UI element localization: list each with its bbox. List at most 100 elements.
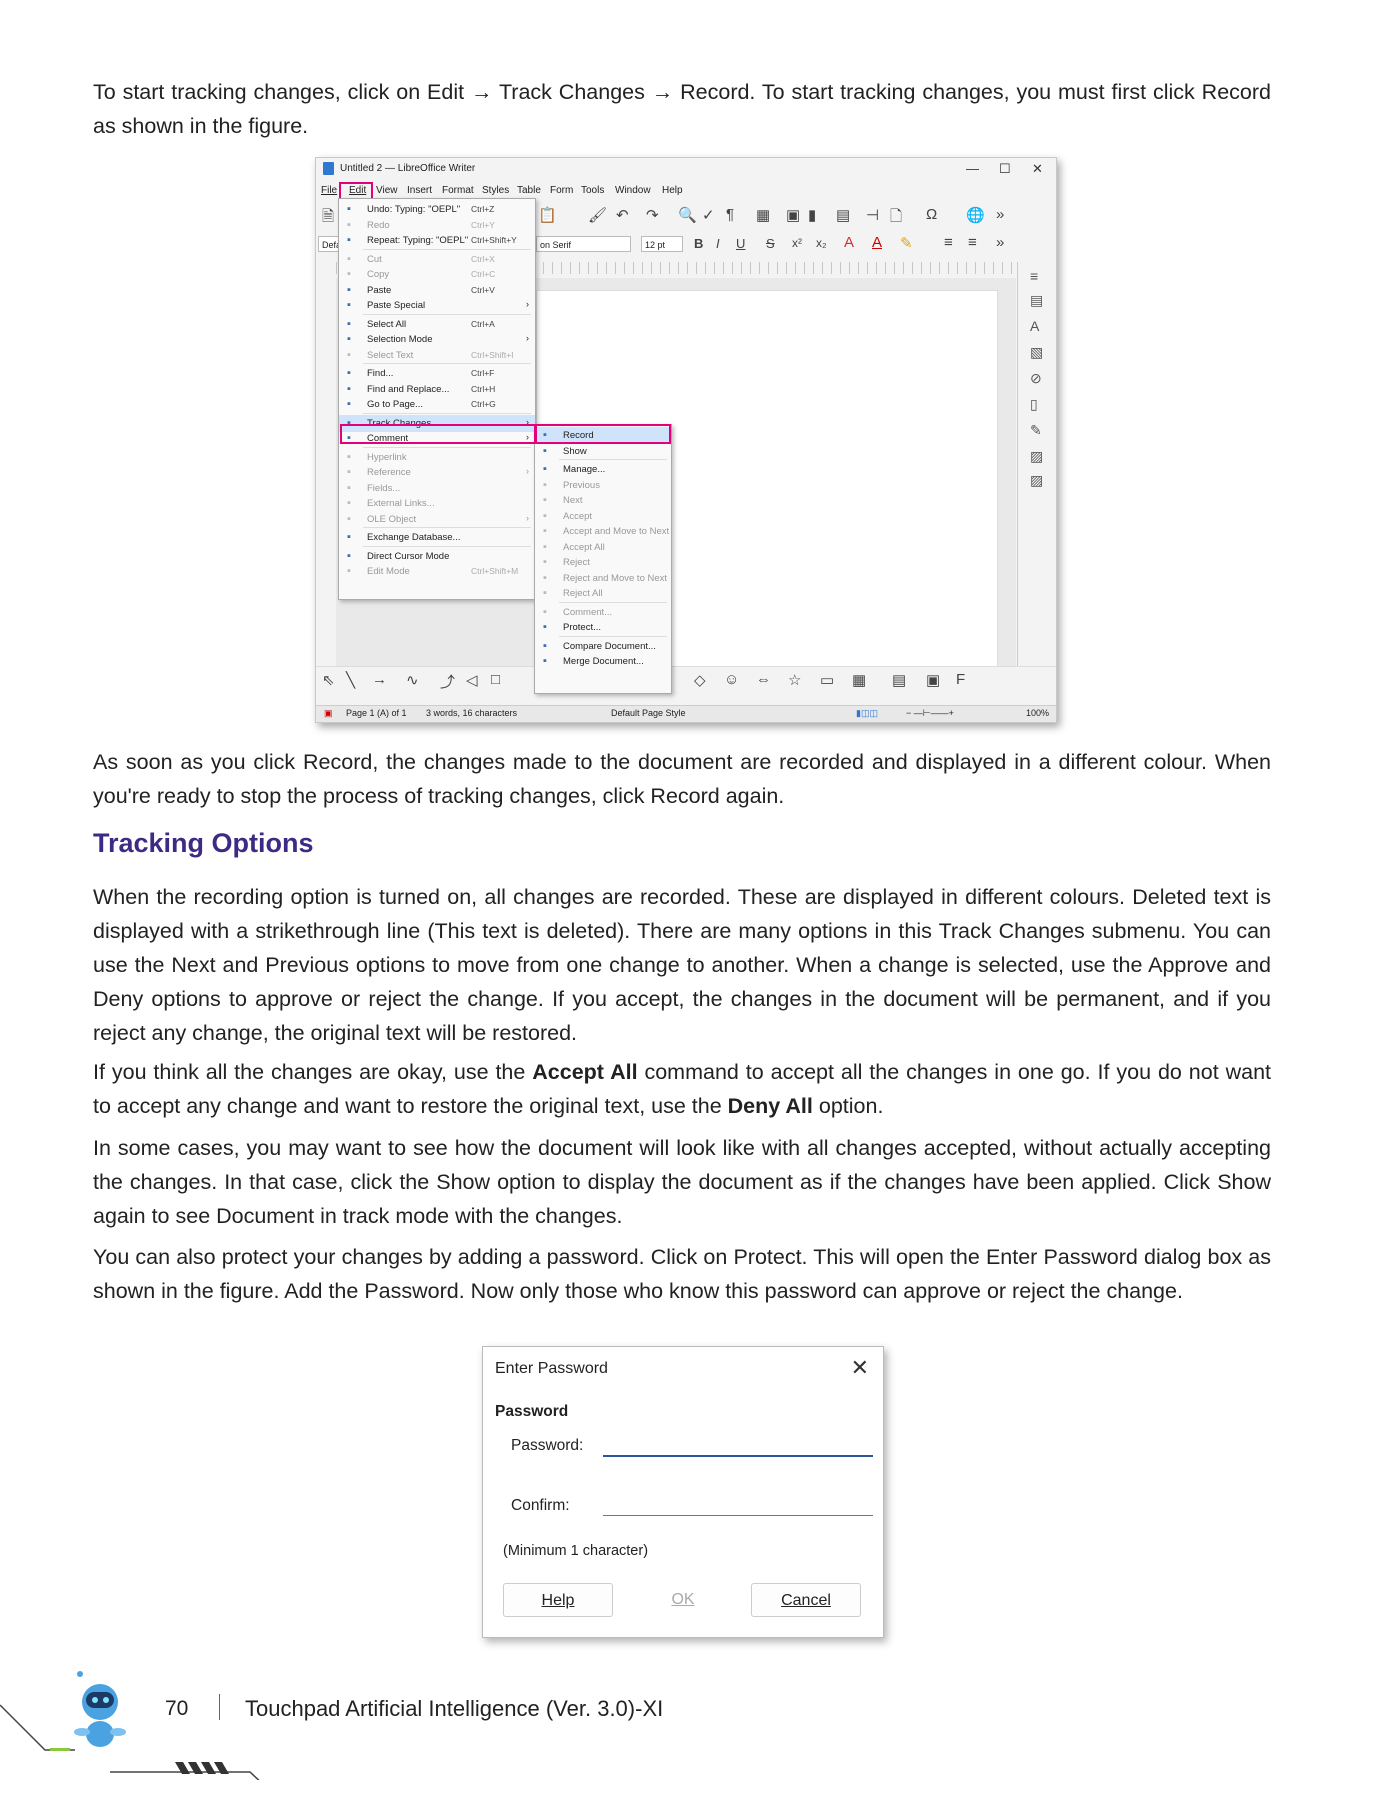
edit-menu-item[interactable]: ▪ Paste Ctrl+V <box>339 282 535 299</box>
image-icon[interactable]: ▣ <box>786 206 800 224</box>
edit-menu-item[interactable]: ▪ Edit Mode Ctrl+Shift+M <box>339 563 535 580</box>
minimize-icon[interactable]: — <box>966 161 979 176</box>
styles-icon[interactable]: A <box>1030 318 1039 334</box>
confirm-input[interactable] <box>603 1493 873 1516</box>
edit-menu-item[interactable]: ▪ External Links... <box>339 495 535 512</box>
edit-menu-item[interactable]: ▪ Cut Ctrl+X <box>339 251 535 268</box>
more-icon[interactable]: » <box>996 206 1004 223</box>
zoom-slider[interactable]: − —⊢——+ <box>906 708 954 719</box>
gallery-icon[interactable]: ▧ <box>1030 344 1043 361</box>
edit-menu-item[interactable]: ▪ Hyperlink <box>339 449 535 466</box>
track-changes-menu-item[interactable]: ▪ Next <box>535 492 671 509</box>
chart-icon[interactable]: ▮ <box>808 206 816 224</box>
double-arrow-icon[interactable]: ⇔ <box>756 671 771 688</box>
callout-icon[interactable]: ▭ <box>820 671 834 689</box>
diamond-icon[interactable]: ◇ <box>694 671 706 689</box>
design-icon[interactable]: ▨ <box>1030 472 1043 489</box>
underline-icon[interactable]: U <box>736 236 745 251</box>
paste-icon[interactable]: 📋 <box>538 206 557 224</box>
align-left-icon[interactable]: ≡ <box>944 234 953 251</box>
page-break-icon[interactable]: ⊣ <box>866 206 879 224</box>
format-paint-icon[interactable]: 🖌 <box>588 206 607 224</box>
connector-icon[interactable]: ⤴ <box>440 671 455 692</box>
subscript-icon[interactable]: x₂ <box>816 236 827 250</box>
fontwork-f-icon[interactable]: F <box>956 671 965 688</box>
edit-menu-item[interactable]: ▪ Reference › <box>339 464 535 481</box>
track-changes-menu-item[interactable]: ▪ Accept and Move to Next <box>535 523 671 540</box>
redo-icon[interactable]: ↷ <box>646 206 659 224</box>
style-inspector-icon[interactable]: ✎ <box>1030 422 1042 439</box>
properties-icon[interactable]: ▤ <box>1030 292 1043 309</box>
edit-menu-item[interactable]: ▪ Direct Cursor Mode <box>339 548 535 565</box>
menu-view[interactable]: View <box>376 185 398 196</box>
more-format-icon[interactable]: » <box>996 234 1004 251</box>
font-color-icon[interactable]: A <box>872 234 882 251</box>
new-doc-icon[interactable]: 🗎 <box>322 206 334 231</box>
italic-icon[interactable]: I <box>716 236 720 251</box>
edit-menu-item[interactable]: ▪ OLE Object › <box>339 511 535 528</box>
track-changes-menu-item[interactable]: ▪ Manage... <box>535 461 671 478</box>
edit-menu-item[interactable]: ▪ Copy Ctrl+C <box>339 266 535 283</box>
arrow-line-icon[interactable]: → <box>372 671 387 688</box>
fontwork-icon[interactable]: ▤ <box>892 671 906 689</box>
track-changes-menu-item[interactable]: ▪ Previous <box>535 477 671 494</box>
track-changes-menu-item[interactable]: ▪ Reject All <box>535 585 671 602</box>
cancel-button[interactable]: Cancel <box>751 1583 861 1617</box>
edit-menu-item[interactable]: ▪ Fields... <box>339 480 535 497</box>
edit-menu-item[interactable]: ▪ Select All Ctrl+A <box>339 316 535 333</box>
track-changes-menu-item[interactable]: ▪ Merge Document... <box>535 653 671 670</box>
edit-menu-item[interactable]: ▪ Paste Special › <box>339 297 535 314</box>
menu-styles[interactable]: Styles <box>482 185 509 196</box>
rectangle-icon[interactable]: □ <box>491 671 500 688</box>
view-layout-icon[interactable]: ▮◫◫ <box>856 708 878 719</box>
highlight-icon[interactable]: ✎ <box>900 234 913 252</box>
edit-menu-item[interactable]: ▪ Select Text Ctrl+Shift+I <box>339 347 535 364</box>
spelling-icon[interactable]: ✓ <box>702 206 715 224</box>
edit-menu-item[interactable]: ▪ Find and Replace... Ctrl+H <box>339 381 535 398</box>
select-icon[interactable]: ⇖ <box>322 671 335 689</box>
edit-menu-item[interactable]: ▪ Find... Ctrl+F <box>339 365 535 382</box>
frame-icon[interactable]: ▣ <box>926 671 940 689</box>
password-input[interactable] <box>603 1433 873 1457</box>
close-icon[interactable]: ✕ <box>1032 161 1043 177</box>
menu-file[interactable]: File <box>321 185 337 196</box>
pilcrow-icon[interactable]: ¶ <box>726 206 734 223</box>
edit-menu-item[interactable]: ▪ Exchange Database... <box>339 529 535 546</box>
menu-help[interactable]: Help <box>662 185 683 196</box>
help-button[interactable]: Help <box>503 1583 613 1617</box>
menu-form[interactable]: Form <box>550 185 573 196</box>
strikethrough-icon[interactable]: S <box>766 236 775 251</box>
find-replace-icon[interactable]: 🔍 <box>678 206 697 224</box>
hyperlink-icon[interactable]: 🌐 <box>966 206 985 224</box>
flowchart-icon[interactable]: ▦ <box>852 671 866 689</box>
close-icon[interactable]: ✕ <box>851 1355 869 1381</box>
edit-menu-item[interactable]: ▪ Undo: Typing: "OEPL" Ctrl+Z <box>339 201 535 218</box>
navigator-icon[interactable]: ⊘ <box>1030 370 1042 387</box>
menu-format[interactable]: Format <box>442 185 474 196</box>
star-icon[interactable]: ☆ <box>788 671 801 689</box>
superscript-icon[interactable]: x² <box>792 236 802 250</box>
track-changes-menu-item[interactable]: ▪ Reject <box>535 554 671 571</box>
smiley-icon[interactable]: ☺ <box>724 671 739 688</box>
track-changes-menu-item[interactable]: ▪ Comment... <box>535 604 671 621</box>
manage-changes-icon[interactable]: ▨ <box>1030 448 1043 465</box>
menu-window[interactable]: Window <box>615 185 651 196</box>
track-changes-menu-item[interactable]: ▪ Accept All <box>535 539 671 556</box>
track-changes-menu-item[interactable]: ▪ Reject and Move to Next <box>535 570 671 587</box>
table-icon[interactable]: ▦ <box>756 206 770 224</box>
clear-format-icon[interactable]: A <box>844 234 854 251</box>
bold-icon[interactable]: B <box>694 236 703 251</box>
edit-menu-item[interactable]: ▪ Redo Ctrl+Y <box>339 217 535 234</box>
ok-button[interactable]: OK <box>628 1583 738 1617</box>
textbox-icon[interactable]: ▤ <box>836 206 850 224</box>
page-icon[interactable]: ▯ <box>1030 396 1038 413</box>
track-changes-menu-item[interactable]: ▪ Accept <box>535 508 671 525</box>
sidebar-menu-icon[interactable]: ≡ <box>1030 268 1038 284</box>
edit-menu-item[interactable]: ▪ Repeat: Typing: "OEPL" Ctrl+Shift+Y <box>339 232 535 249</box>
polygon-icon[interactable]: ◁ <box>466 671 478 689</box>
undo-icon[interactable]: ↶ <box>616 206 629 224</box>
edit-menu-item[interactable]: ▪ Go to Page... Ctrl+G <box>339 396 535 413</box>
edit-menu-item[interactable]: ▪ Selection Mode › <box>339 331 535 348</box>
field-icon[interactable]: 🗋 <box>890 206 902 231</box>
track-changes-menu-item[interactable]: ▪ Compare Document... <box>535 638 671 655</box>
